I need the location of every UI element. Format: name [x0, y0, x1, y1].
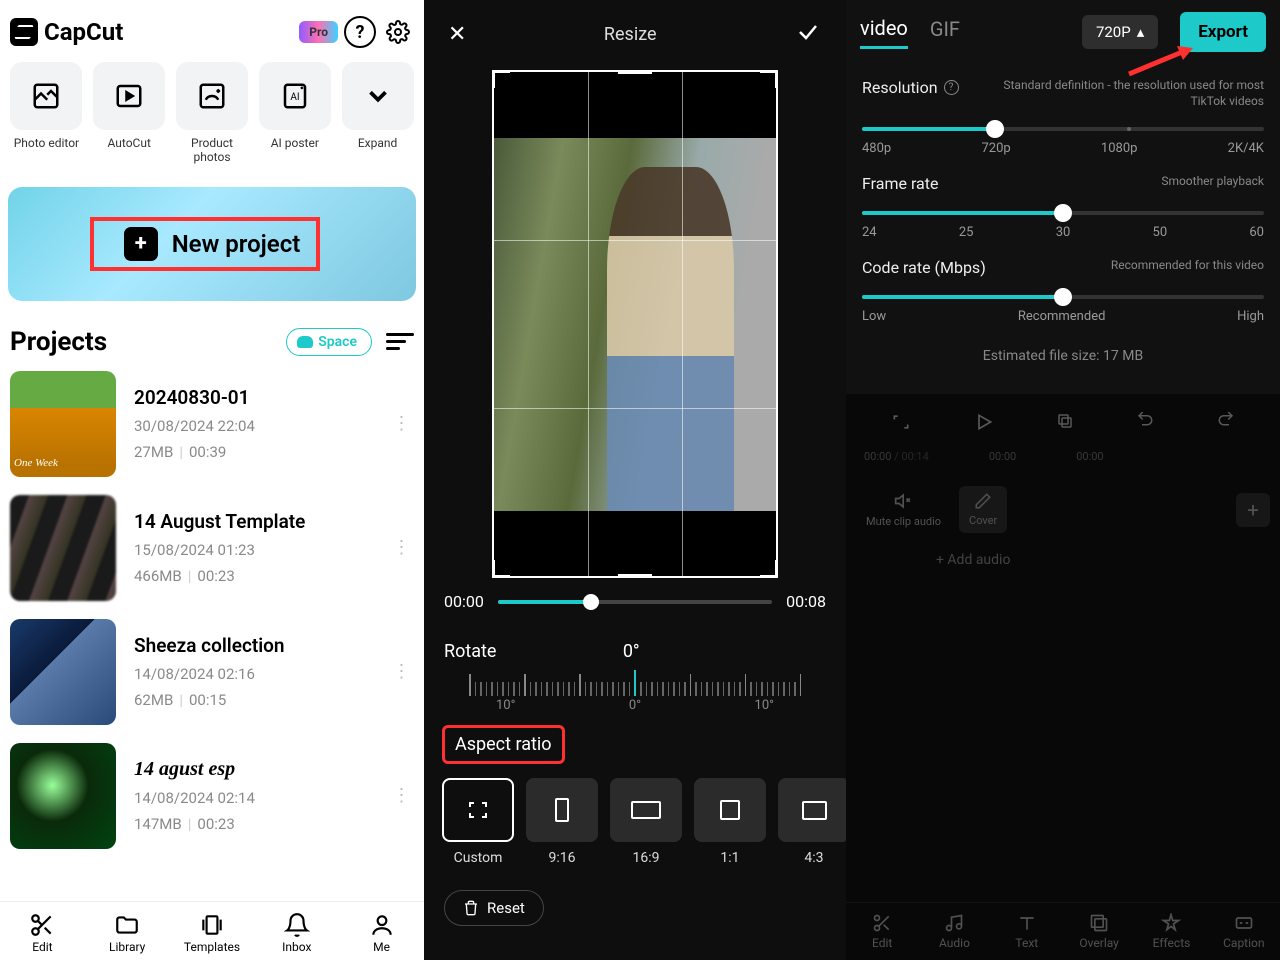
project-item[interactable]: Sheeza collection 14/08/2024 02:16 62MB|… [10, 619, 414, 725]
templates-icon [199, 912, 225, 938]
confirm-icon[interactable] [794, 20, 822, 48]
tool-ai-poster[interactable]: AI AI poster [256, 62, 333, 165]
more-icon[interactable]: ⋮ [390, 619, 414, 725]
edit-tool[interactable]: Edit [846, 903, 918, 960]
fullscreen-icon[interactable] [891, 412, 911, 436]
trash-icon [463, 900, 479, 916]
coderate-label: Code rate (Mbps) [862, 258, 986, 277]
annotation-arrow [1127, 44, 1202, 82]
aspect-4-3[interactable]: 4:3 [778, 778, 850, 866]
project-thumbnail [10, 743, 116, 849]
nav-edit[interactable]: Edit [0, 902, 85, 960]
project-thumbnail [10, 371, 116, 477]
resolution-label: Resolution? [862, 78, 959, 97]
tab-gif[interactable]: GIF [930, 17, 960, 47]
coderate-hint: Recommended for this video [996, 258, 1264, 274]
info-icon[interactable]: ? [944, 80, 959, 95]
framerate-label: Frame rate [862, 174, 938, 193]
project-item[interactable]: 20240830-01 30/08/2024 22:04 27MB|00:39 … [10, 371, 414, 477]
project-item[interactable]: 14 August Template 15/08/2024 01:23 466M… [10, 495, 414, 601]
caption-tool[interactable]: Caption [1208, 903, 1280, 960]
nav-inbox[interactable]: Inbox [254, 902, 339, 960]
add-audio-button[interactable]: + Add audio [846, 552, 1280, 568]
overlay-tool[interactable]: Overlay [1063, 903, 1135, 960]
tool-photo-editor[interactable]: Photo editor [8, 62, 85, 165]
undo-icon[interactable] [1136, 412, 1154, 436]
estimated-size: Estimated file size: 17 MB [846, 328, 1280, 394]
text-tool[interactable]: Text [991, 903, 1063, 960]
annotation-highlight [90, 217, 320, 271]
cloud-icon [297, 336, 313, 348]
aspect-custom[interactable]: Custom [442, 778, 514, 866]
nav-library[interactable]: Library [85, 902, 170, 960]
grid-overlay [494, 72, 776, 576]
nav-me[interactable]: Me [339, 902, 424, 960]
project-item[interactable]: 14 agust esp 14/08/2024 02:14 147MB|00:2… [10, 743, 414, 849]
aspect-1-1[interactable]: 1:1 [694, 778, 766, 866]
speaker-icon [894, 491, 914, 511]
aspect-16-9[interactable]: 16:9 [610, 778, 682, 866]
coderate-slider[interactable] [862, 295, 1264, 299]
app-logo: CapCut [10, 18, 123, 46]
mute-clip-button[interactable]: Mute clip audio [856, 485, 951, 534]
copy-icon[interactable] [1056, 412, 1074, 436]
space-button[interactable]: Space [286, 328, 372, 356]
nav-templates[interactable]: Templates [170, 902, 255, 960]
effects-tool[interactable]: Effects [1135, 903, 1207, 960]
user-icon [369, 912, 395, 938]
time-current: 00:00 [444, 592, 484, 611]
redo-icon[interactable] [1217, 412, 1235, 436]
play-icon[interactable] [974, 412, 994, 436]
more-icon[interactable]: ⋮ [390, 495, 414, 601]
tool-product-photos[interactable]: Product photos [174, 62, 251, 165]
cover-button[interactable]: Cover [959, 486, 1007, 533]
folder-icon [114, 912, 140, 938]
bell-icon [284, 912, 310, 938]
tool-expand[interactable]: Expand [339, 62, 416, 165]
sort-icon[interactable] [386, 331, 414, 353]
reset-button[interactable]: Reset [444, 890, 544, 926]
rotate-ruler[interactable] [424, 666, 846, 696]
new-project-button[interactable]: + New project [8, 187, 416, 301]
project-thumbnail [10, 619, 116, 725]
tab-video[interactable]: video [860, 16, 908, 49]
framerate-slider[interactable] [862, 211, 1264, 215]
add-track-button[interactable]: + [1236, 493, 1270, 527]
framerate-hint: Smoother playback [948, 174, 1264, 190]
more-icon[interactable]: ⋮ [390, 371, 414, 477]
project-thumbnail [10, 495, 116, 601]
crop-canvas[interactable] [492, 70, 778, 578]
resolution-hint: Standard definition - the resolution use… [969, 78, 1264, 109]
rotate-value: 0° [436, 641, 826, 662]
projects-title: Projects [10, 327, 286, 357]
resolution-slider[interactable] [862, 127, 1264, 131]
audio-tool[interactable]: Audio [918, 903, 990, 960]
time-total: 00:08 [786, 592, 826, 611]
more-icon[interactable]: ⋮ [390, 743, 414, 849]
seek-slider[interactable] [498, 600, 772, 604]
pencil-icon [974, 492, 992, 510]
caret-up-icon: ▴ [1137, 23, 1145, 41]
help-icon[interactable]: ? [344, 16, 376, 48]
aspect-ratio-label: Aspect ratio [442, 725, 565, 764]
panel-title: Resize [466, 24, 794, 45]
settings-icon[interactable] [382, 16, 414, 48]
svg-text:AI: AI [290, 92, 299, 103]
close-icon[interactable]: ✕ [448, 22, 466, 47]
scissors-icon [29, 912, 55, 938]
pro-badge[interactable]: Pro [299, 21, 338, 43]
tool-autocut[interactable]: AutoCut [91, 62, 168, 165]
aspect-9-16[interactable]: 9:16 [526, 778, 598, 866]
